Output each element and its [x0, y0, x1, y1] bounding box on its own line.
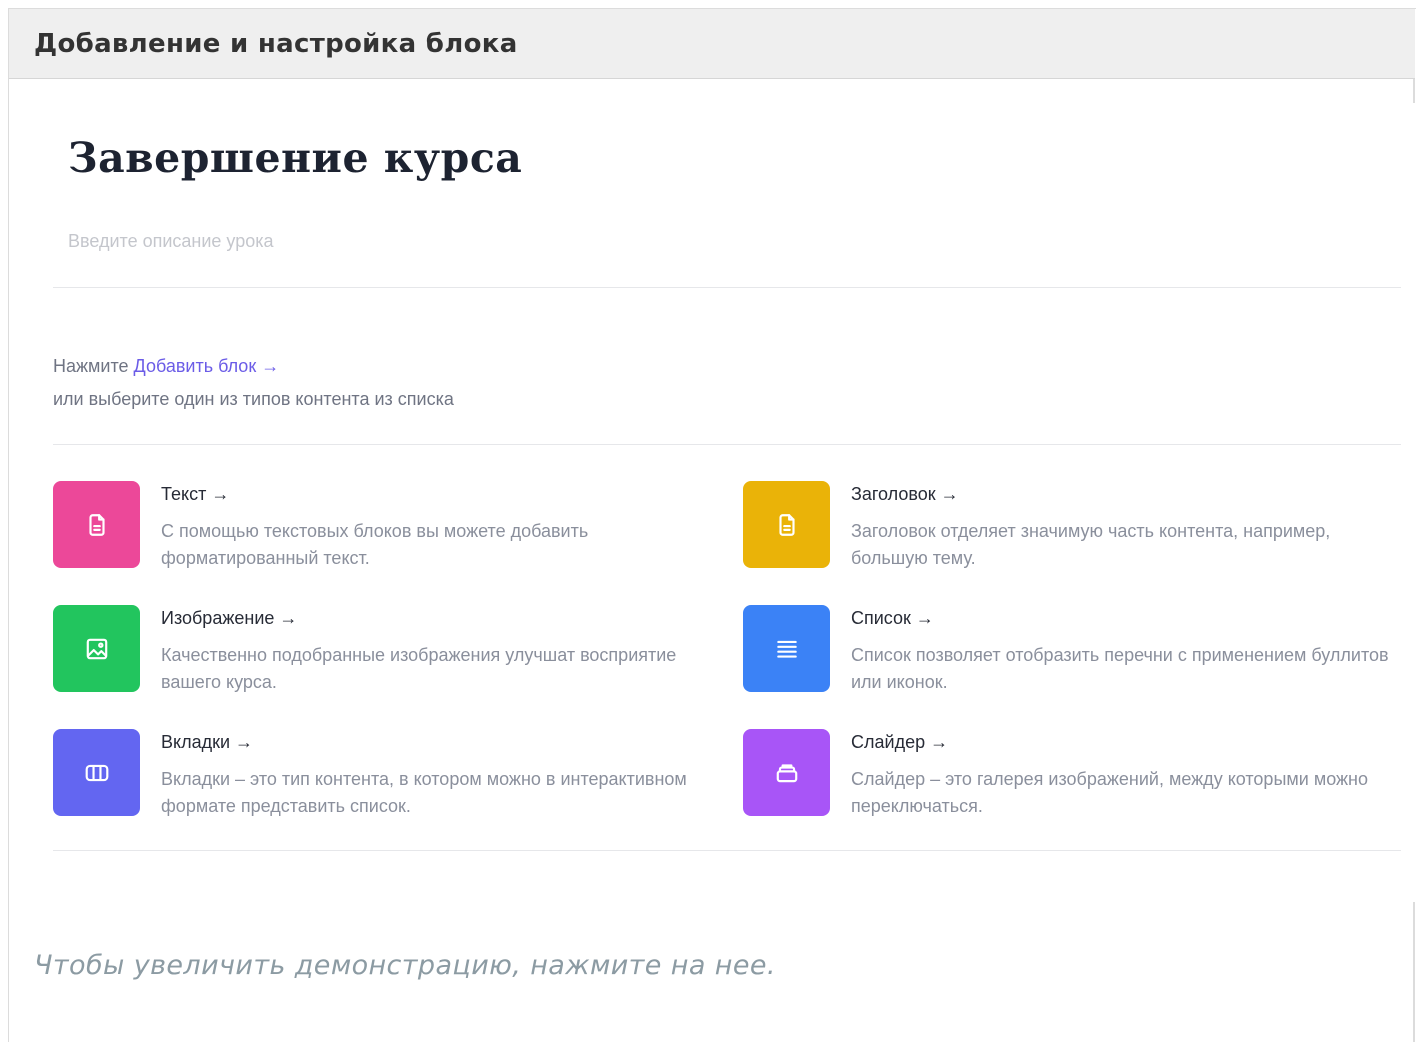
block-description: Заголовок отделяет значимую часть контен…	[851, 521, 1331, 568]
block-tile[interactable]	[743, 605, 830, 692]
section-header: Добавление и настройка блока	[9, 9, 1415, 79]
frame-border-right-lower	[1413, 902, 1415, 1042]
block-option-heading[interactable]: Заголовок → Заголовок отделяет значимую …	[743, 481, 1403, 571]
block-title[interactable]: Вкладки →	[161, 732, 253, 753]
divider	[53, 850, 1401, 851]
divider	[53, 444, 1401, 445]
lesson-description-input[interactable]	[68, 231, 668, 252]
block-title[interactable]: Список →	[851, 608, 934, 629]
hint-secondary: или выберите один из типов контента из с…	[53, 389, 454, 409]
block-description: Вкладки – это тип контента, в котором мо…	[161, 769, 687, 816]
block-option-text[interactable]: Текст → С помощью текстовых блоков вы мо…	[53, 481, 713, 571]
block-tile[interactable]	[53, 605, 140, 692]
block-description: Слайдер – это галерея изображений, между…	[851, 769, 1368, 816]
block-option-list[interactable]: Список → Список позволяет отобразить пер…	[743, 605, 1403, 695]
block-tile[interactable]	[743, 729, 830, 816]
block-option-slider[interactable]: Слайдер → Слайдер – это галерея изображе…	[743, 729, 1403, 819]
demo-caption: Чтобы увеличить демонстрацию, нажмите на…	[34, 950, 776, 981]
divider	[53, 287, 1401, 288]
add-block-link[interactable]: Добавить блок →	[134, 356, 280, 376]
block-option-tabs[interactable]: Вкладки → Вкладки – это тип контента, в …	[53, 729, 713, 819]
block-title[interactable]: Слайдер →	[851, 732, 948, 753]
add-block-hint: Нажмите Добавить блок →	[53, 356, 279, 377]
block-description: Список позволяет отобразить перечни с пр…	[851, 645, 1389, 692]
block-tile[interactable]	[743, 481, 830, 568]
block-tile[interactable]	[53, 729, 140, 816]
section-title: Добавление и настройка блока	[34, 29, 518, 59]
document-icon	[778, 513, 795, 536]
columns-icon	[85, 764, 108, 781]
block-title[interactable]: Заголовок →	[851, 484, 959, 505]
block-title[interactable]: Изображение →	[161, 608, 297, 629]
block-tile[interactable]	[53, 481, 140, 568]
hint-prefix: Нажмите	[53, 356, 134, 376]
block-description: Качественно подобранные изображения улуч…	[161, 645, 677, 692]
block-title[interactable]: Текст →	[161, 484, 229, 505]
image-icon	[86, 638, 107, 659]
block-option-image[interactable]: Изображение → Качественно подобранные из…	[53, 605, 713, 695]
document-icon	[88, 513, 105, 536]
stack-icon	[776, 763, 797, 782]
lesson-title[interactable]: Завершение курса	[68, 134, 522, 182]
block-description: С помощью текстовых блоков вы можете доб…	[161, 521, 589, 568]
list-icon	[776, 640, 797, 658]
